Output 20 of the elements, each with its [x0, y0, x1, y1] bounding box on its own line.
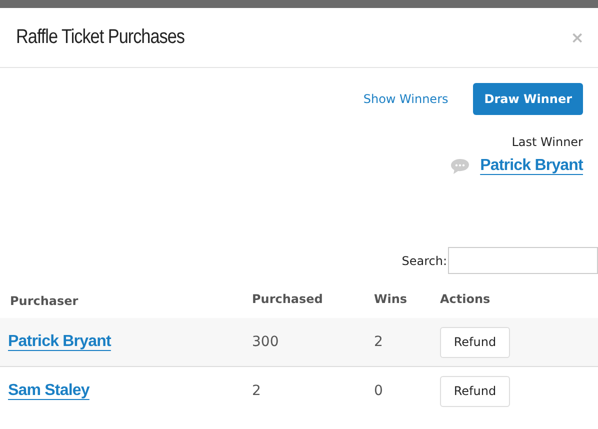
refund-button[interactable]: Refund [440, 326, 510, 358]
last-winner-label: Last Winner [512, 135, 583, 149]
draw-winner-button[interactable]: Draw Winner [473, 83, 583, 115]
purchased-count: 300 [252, 334, 279, 350]
last-winner-link[interactable]: Patrick Bryant [480, 157, 583, 175]
search-label: Search: [402, 254, 447, 268]
dialog-title: Raffle Ticket Purchases [16, 26, 184, 49]
column-header: Purchaser [10, 294, 78, 308]
show-winners-link[interactable]: Show Winners [363, 92, 448, 106]
wins-count: 0 [374, 383, 383, 399]
purchaser-link[interactable]: Sam Staley [8, 382, 90, 399]
purchaser-link[interactable]: Patrick Bryant [8, 333, 111, 350]
wins-count: 2 [374, 334, 383, 350]
column-header: Purchased [252, 292, 323, 306]
column-header: Wins [374, 292, 408, 306]
purchased-count: 2 [252, 383, 261, 399]
chat-bubble-icon [450, 158, 470, 174]
column-header: Actions [440, 292, 490, 306]
search-field[interactable] [448, 247, 598, 274]
refund-button[interactable]: Refund [440, 376, 510, 406]
